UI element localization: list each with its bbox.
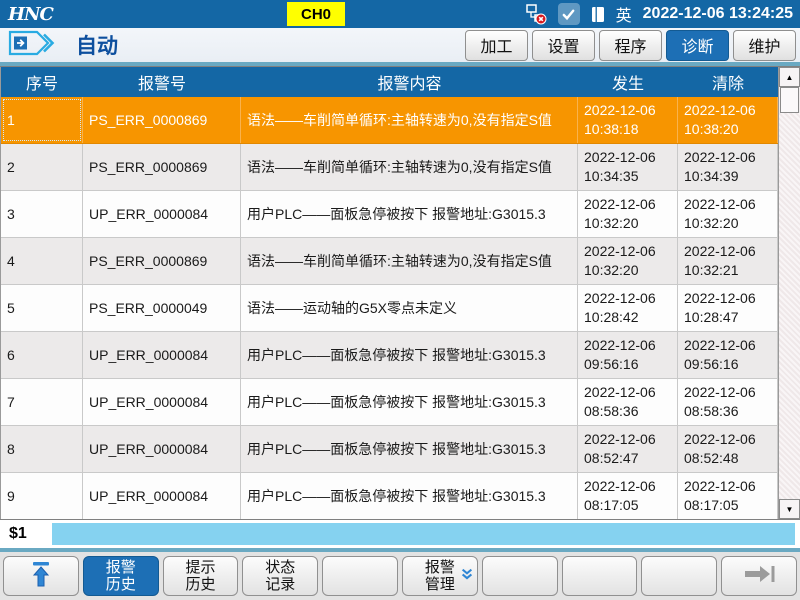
network-disconnected-icon <box>525 4 547 26</box>
softkey-empty-5[interactable] <box>322 556 398 596</box>
scrollbar-track[interactable] <box>779 113 800 499</box>
softkey-empty-9[interactable] <box>641 556 717 596</box>
vertical-scrollbar[interactable]: ▲ ▼ <box>778 67 800 519</box>
table-row[interactable]: 8 UP_ERR_0000084 用户PLC——面板急停被按下 报警地址:G30… <box>1 426 778 473</box>
ok-check-icon <box>558 3 580 25</box>
scroll-down-button[interactable]: ▼ <box>779 499 800 519</box>
col-header-index: 序号 <box>1 67 83 97</box>
tab-settings[interactable]: 设置 <box>532 30 595 61</box>
softkey-prompt-history[interactable]: 提示 历史 <box>163 556 239 596</box>
softkey-next-page[interactable] <box>721 556 797 596</box>
double-chevron-down-icon <box>460 567 474 585</box>
channel-badge: CH0 <box>287 2 345 26</box>
language-indicator[interactable]: 英 <box>616 2 632 26</box>
workmode-icon <box>591 6 605 23</box>
up-arrow-icon <box>29 560 53 592</box>
table-row[interactable]: 9 UP_ERR_0000084 用户PLC——面板急停被按下 报警地址:G30… <box>1 473 778 519</box>
col-header-alarm-no: 报警号 <box>83 67 241 97</box>
alarm-history-table: 序号 报警号 报警内容 发生 清除 1 PS_ERR_0000869 语法——车… <box>0 66 800 520</box>
title-bar: HNC CH0 英 2022-12-06 13:24:25 <box>0 0 800 28</box>
table-row[interactable]: 2 PS_ERR_0000869 语法——车削简单循环:主轴转速为0,没有指定S… <box>1 144 778 191</box>
mode-title: 自动 <box>76 30 118 60</box>
tab-maintenance[interactable]: 维护 <box>733 30 796 61</box>
col-header-cleared: 清除 <box>678 67 778 97</box>
mode-bar: 自动 加工 设置 程序 诊断 维护 <box>0 28 800 66</box>
table-row[interactable]: 6 UP_ERR_0000084 用户PLC——面板急停被按下 报警地址:G30… <box>1 332 778 379</box>
tab-diagnosis[interactable]: 诊断 <box>666 30 729 61</box>
table-header-row: 序号 报警号 报警内容 发生 清除 <box>1 67 778 97</box>
tab-machining[interactable]: 加工 <box>465 30 528 61</box>
auto-mode-icon <box>8 29 60 62</box>
mdi-input-bar[interactable] <box>52 523 795 545</box>
scrollbar-thumb[interactable] <box>780 87 799 113</box>
tab-program[interactable]: 程序 <box>599 30 662 61</box>
softkey-alarm-history[interactable]: 报警 历史 <box>83 556 159 596</box>
softkey-bar: 报警 历史 提示 历史 状态 记录 报警 管理 <box>0 552 800 600</box>
softkey-empty-8[interactable] <box>562 556 638 596</box>
table-row[interactable]: 1 PS_ERR_0000869 语法——车削简单循环:主轴转速为0,没有指定S… <box>1 97 778 144</box>
table-row[interactable]: 7 UP_ERR_0000084 用户PLC——面板急停被按下 报警地址:G30… <box>1 379 778 426</box>
hnc-logo: HNC <box>0 4 53 25</box>
scroll-up-button[interactable]: ▲ <box>779 67 800 87</box>
table-row[interactable]: 5 PS_ERR_0000049 语法——运动轴的G5X零点未定义 2022-1… <box>1 285 778 332</box>
softkey-empty-7[interactable] <box>482 556 558 596</box>
datetime-display: 2022-12-06 13:24:25 <box>643 5 795 23</box>
softkey-status-record[interactable]: 状态 记录 <box>242 556 318 596</box>
softkey-alarm-manage[interactable]: 报警 管理 <box>402 556 478 596</box>
col-header-occurred: 发生 <box>578 67 678 97</box>
main-menu-tabs: 加工 设置 程序 诊断 维护 <box>465 30 800 61</box>
col-header-content: 报警内容 <box>241 67 578 97</box>
table-row[interactable]: 4 PS_ERR_0000869 语法——车削简单循环:主轴转速为0,没有指定S… <box>1 238 778 285</box>
next-page-icon <box>741 564 777 588</box>
table-row[interactable]: 3 UP_ERR_0000084 用户PLC——面板急停被按下 报警地址:G30… <box>1 191 778 238</box>
status-bar: $1 <box>0 520 800 552</box>
softkey-return-top[interactable] <box>3 556 79 596</box>
channel-label: $1 <box>0 525 52 543</box>
